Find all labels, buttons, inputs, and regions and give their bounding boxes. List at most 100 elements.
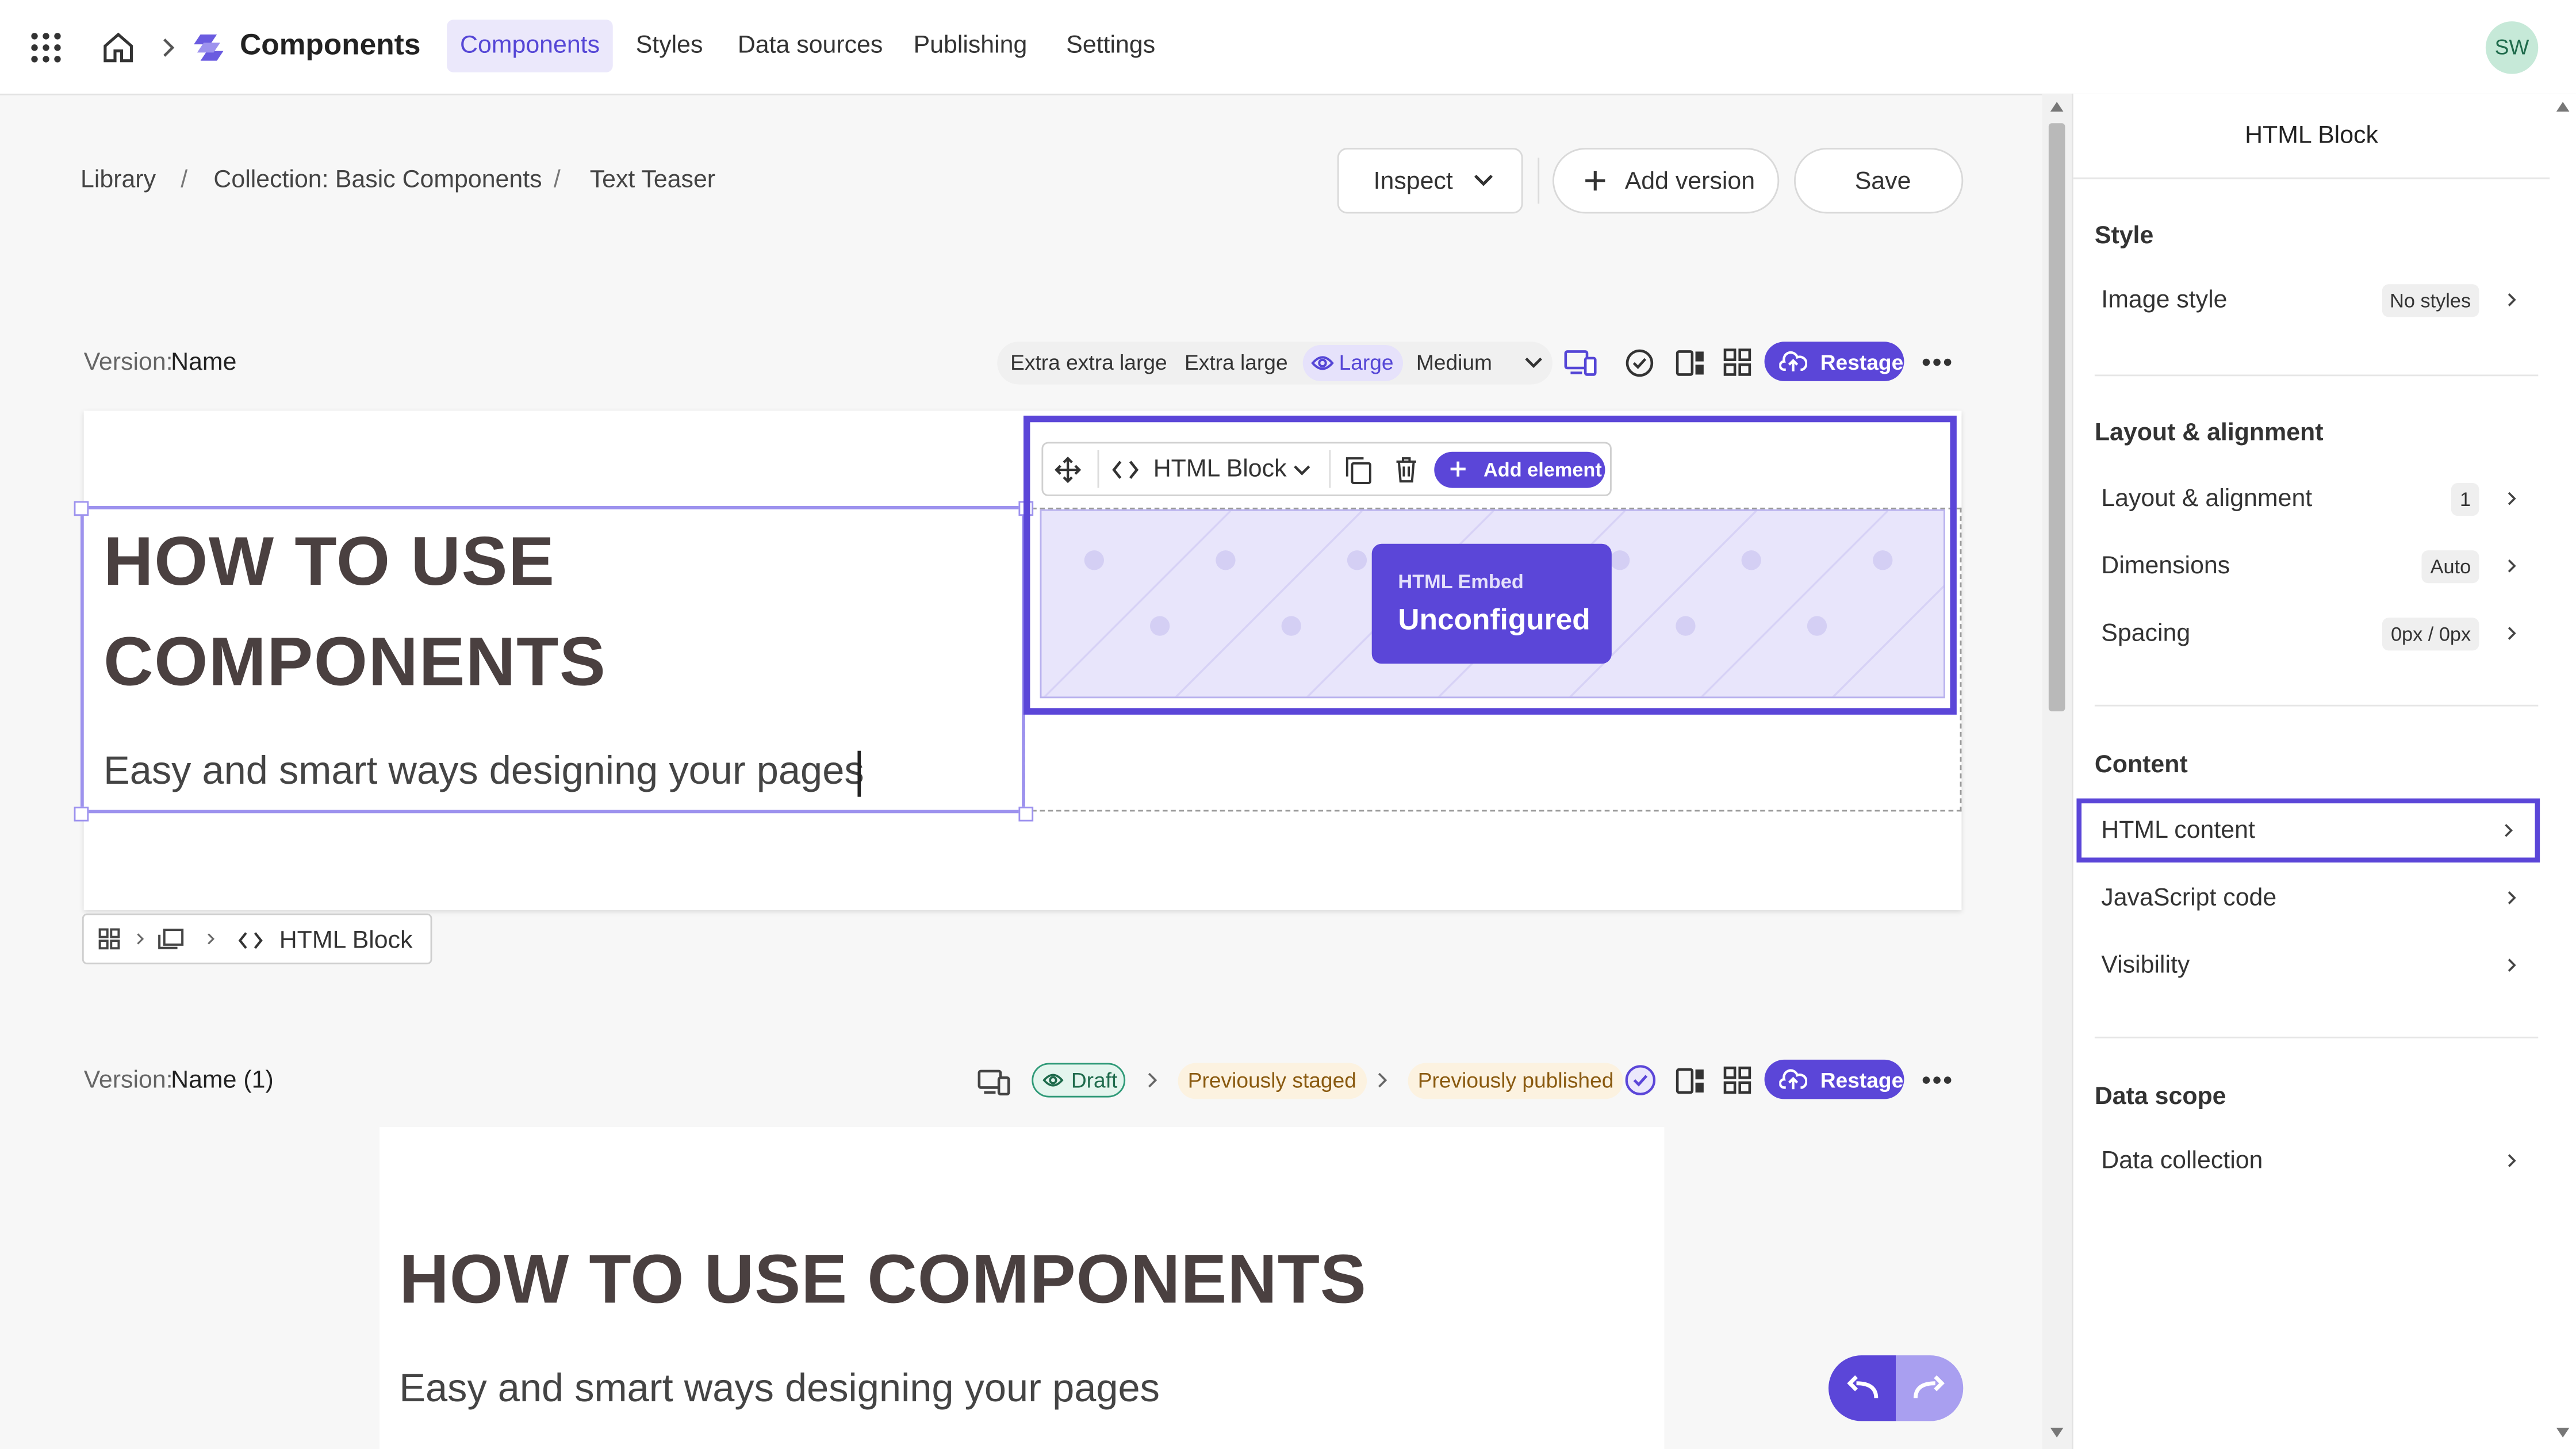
embed-status: Unconfigured [1398, 603, 1590, 636]
layout-alignment-value: 1 [2451, 483, 2479, 516]
redo-button[interactable] [1896, 1355, 1964, 1421]
check-circle-icon[interactable] [1625, 1064, 1656, 1095]
panel-title: HTML Block [2245, 121, 2378, 150]
chevron-down-icon[interactable] [1293, 465, 1311, 477]
row-visibility[interactable]: Visibility [2073, 935, 2537, 998]
eye-icon [1311, 353, 1334, 373]
restage-button[interactable]: Restage [1764, 342, 1904, 381]
responsive-devices-icon[interactable] [1564, 348, 1597, 377]
chevron-right-icon [2505, 489, 2517, 507]
section-content-title: Content [2094, 750, 2188, 779]
toolbar-divider [1097, 450, 1099, 488]
scroll-up-arrow-icon[interactable] [2050, 102, 2064, 112]
image-style-label: Image style [2101, 286, 2228, 314]
chevron-right-icon [135, 931, 144, 946]
breakpoint-xxl[interactable]: Extra extra large [1000, 345, 1177, 381]
chevron-down-icon[interactable] [1524, 356, 1542, 370]
code-icon [1112, 460, 1138, 480]
previously-published-status[interactable]: Previously published [1408, 1063, 1624, 1099]
chevron-right-icon [2505, 624, 2517, 642]
resize-handle[interactable] [1018, 806, 1034, 822]
block-type-label[interactable]: HTML Block [1153, 455, 1287, 483]
home-icon[interactable] [102, 31, 135, 64]
row-dimensions[interactable]: Dimensions Auto [2073, 535, 2537, 598]
cloud-upload-icon [1779, 1068, 1807, 1091]
nav-publishing[interactable]: Publishing [900, 20, 1040, 72]
section-data-scope-title: Data scope [2094, 1082, 2226, 1111]
scroll-down-arrow-icon[interactable] [2050, 1427, 2064, 1438]
restage-label: Restage [1820, 350, 1904, 375]
previously-staged-status[interactable]: Previously staged [1178, 1063, 1367, 1099]
section-style-title: Style [2094, 221, 2154, 250]
duplicate-icon[interactable] [1346, 457, 1372, 485]
element-path: HTML Block [82, 913, 432, 965]
save-button[interactable]: Save [1794, 148, 1964, 214]
row-javascript-code[interactable]: JavaScript code [2073, 868, 2537, 930]
row-image-style[interactable]: Image style No styles [2073, 270, 2537, 332]
delete-icon[interactable] [1395, 457, 1418, 483]
more-options-icon[interactable] [1922, 1076, 1952, 1084]
add-element-button[interactable]: Add element [1434, 451, 1605, 488]
layout-grid-icon[interactable] [1723, 1066, 1751, 1094]
chevron-right-icon [2505, 1152, 2517, 1170]
spacing-label: Spacing [2101, 619, 2191, 647]
code-icon [238, 931, 263, 949]
undo-button[interactable] [1828, 1355, 1896, 1421]
container-icon[interactable] [158, 928, 184, 949]
resize-handle[interactable] [74, 501, 89, 516]
nav-data-sources[interactable]: Data sources [724, 20, 896, 72]
check-circle-icon[interactable] [1625, 348, 1654, 378]
breadcrumb-collection-prefix: Collection: [213, 166, 329, 194]
move-icon[interactable] [1055, 457, 1081, 483]
nav-settings[interactable]: Settings [1053, 20, 1168, 72]
inspect-dropdown[interactable]: Inspect [1337, 148, 1523, 214]
layout-grid-icon[interactable] [98, 928, 120, 950]
components-logo-icon [194, 34, 227, 61]
teaser-heading-line2[interactable]: COMPONENTS [103, 623, 606, 702]
section-divider [2094, 704, 2539, 707]
section-divider [2094, 374, 2539, 377]
breadcrumb-library[interactable]: Library [80, 166, 156, 194]
row-spacing[interactable]: Spacing 0px / 0px [2073, 603, 2537, 666]
section-layout-title: Layout & alignment [2094, 419, 2324, 447]
breakpoint-large[interactable]: Large [1302, 345, 1404, 381]
section-divider [2094, 1036, 2539, 1038]
layout-grid-icon[interactable] [1723, 348, 1751, 377]
add-version-button[interactable]: Add version [1552, 148, 1780, 214]
preview-panel-icon[interactable] [1676, 348, 1705, 378]
more-options-icon[interactable] [1922, 358, 1952, 366]
app-title: Components [240, 28, 421, 61]
breakpoint-xl[interactable]: Extra large [1174, 345, 1298, 381]
avatar[interactable]: SW [2485, 21, 2539, 74]
scrollbar-thumb[interactable] [2048, 123, 2065, 712]
scrollbar[interactable] [2042, 93, 2072, 1449]
version-name: Name (1) [171, 1066, 274, 1094]
preview-panel-icon[interactable] [1676, 1066, 1705, 1095]
row-layout-alignment[interactable]: Layout & alignment 1 [2073, 468, 2537, 531]
breadcrumb-separator: / [181, 166, 188, 194]
version-name: Name [171, 348, 237, 377]
image-style-value: No styles [2381, 284, 2479, 317]
responsive-devices-icon[interactable] [977, 1068, 1010, 1096]
apps-grid-icon[interactable] [31, 33, 61, 63]
teaser-heading-line1[interactable]: HOW TO USE [103, 523, 555, 601]
resize-handle[interactable] [74, 806, 89, 822]
chevron-right-icon [2505, 557, 2517, 575]
chevron-right-icon [2505, 291, 2517, 309]
breakpoint-medium[interactable]: Medium [1406, 345, 1502, 381]
nav-components[interactable]: Components [447, 20, 613, 72]
plus-icon [1449, 460, 1467, 478]
row-data-collection[interactable]: Data collection [2073, 1130, 2537, 1193]
restage-button[interactable]: Restage [1764, 1059, 1904, 1099]
scroll-up-arrow-icon[interactable] [2556, 102, 2570, 112]
scroll-down-arrow-icon[interactable] [2556, 1427, 2570, 1438]
nav-styles[interactable]: Styles [623, 20, 716, 72]
row-html-content[interactable]: HTML content [2076, 798, 2540, 862]
element-path-leaf[interactable]: HTML Block [279, 926, 413, 954]
teaser-subtitle[interactable]: Easy and smart ways designing your pages [103, 749, 864, 795]
panel-scrollbar[interactable] [2550, 93, 2576, 1449]
breadcrumb-current: Text Teaser [589, 166, 716, 194]
toolbar-divider [1538, 158, 1540, 204]
draft-status-badge[interactable]: Draft [1032, 1063, 1126, 1098]
breadcrumb-collection[interactable]: Basic Components [335, 166, 542, 194]
